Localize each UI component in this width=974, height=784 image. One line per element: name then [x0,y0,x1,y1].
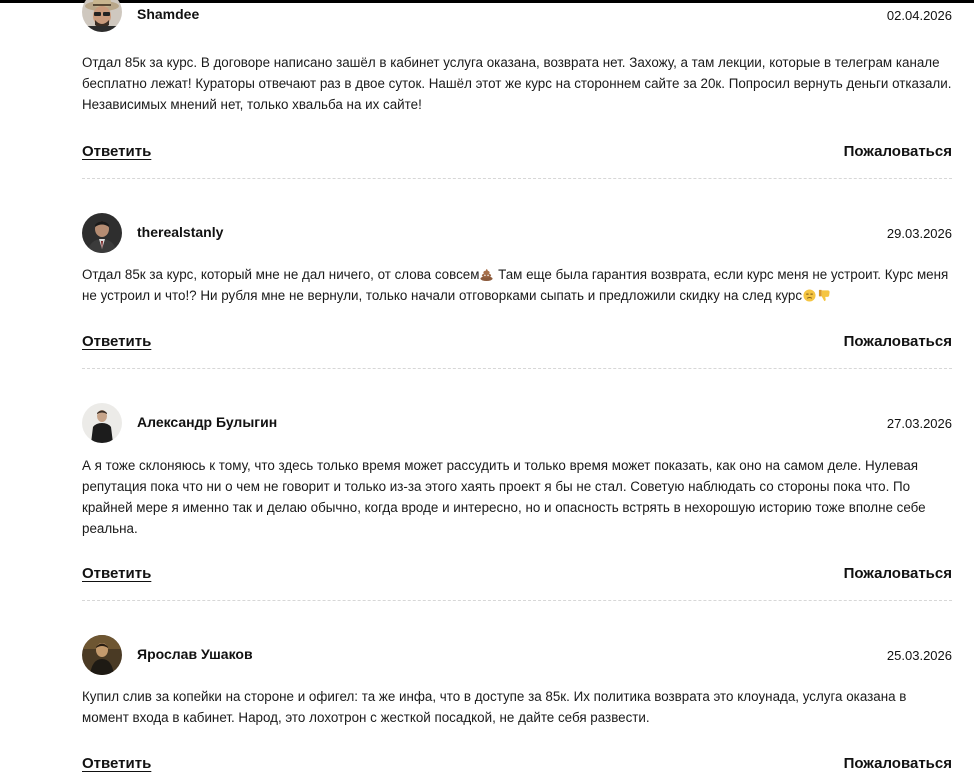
comment-text: Отдал 85к за курс, который мне не дал ни… [82,264,952,306]
comment-actions: Ответить Пожаловаться [82,333,952,357]
comment-author: therealstanly [137,224,224,240]
reply-link[interactable]: Ответить [82,565,151,582]
comment-text-part: Отдал 85к за курс, который мне не дал ни… [82,267,480,282]
reply-link[interactable]: Ответить [82,143,151,160]
report-link[interactable]: Пожаловаться [844,333,952,350]
report-link[interactable]: Пожаловаться [844,565,952,582]
comment-header: Александр Булыгин 27.03.2026 [82,403,952,443]
pile-of-poo-emoji-icon [480,268,493,281]
comment-author: Александр Булыгин [137,414,278,430]
reply-link[interactable]: Ответить [82,755,151,772]
comment-header: therealstanly 29.03.2026 [82,213,952,253]
avatar-man-hat-glasses-icon[interactable] [82,0,122,32]
comment-header: Shamdee 02.04.2026 [82,0,952,32]
avatar-man-standing-icon[interactable] [82,403,122,443]
thumbs-down-emoji-icon [818,289,830,302]
comment-date: 02.04.2026 [886,8,952,23]
comment-actions: Ответить Пожаловаться [82,755,952,779]
comment-item: Ярослав Ушаков 25.03.2026 Купил слив за … [82,632,952,784]
report-link[interactable]: Пожаловаться [844,143,952,160]
unamused-face-emoji-icon [803,289,816,302]
comment-author: Shamdee [137,6,200,22]
comment-actions: Ответить Пожаловаться [82,565,952,589]
comment-item: Александр Булыгин 27.03.2026 А я тоже ск… [82,400,952,601]
comment-date: 29.03.2026 [886,226,952,241]
reply-link[interactable]: Ответить [82,333,151,350]
comment-item: Shamdee 02.04.2026 Отдал 85к за курс. В … [82,0,952,179]
comment-header: Ярослав Ушаков 25.03.2026 [82,635,952,675]
comment-item: therealstanly 29.03.2026 Отдал 85к за ку… [82,210,952,369]
comment-text: Отдал 85к за курс. В договоре написано з… [82,55,952,112]
report-link[interactable]: Пожаловаться [844,755,952,772]
comment-date: 27.03.2026 [886,416,952,431]
comment-author: Ярослав Ушаков [137,646,253,662]
comment-actions: Ответить Пожаловаться [82,143,952,167]
avatar-man-dark-icon[interactable] [82,635,122,675]
comment-text: А я тоже склоняюсь к тому, что здесь тол… [82,458,926,536]
comment-date: 25.03.2026 [886,648,952,663]
comment-text: Купил слив за копейки на стороне и офиге… [82,689,907,725]
avatar-man-suit-icon[interactable] [82,213,122,253]
